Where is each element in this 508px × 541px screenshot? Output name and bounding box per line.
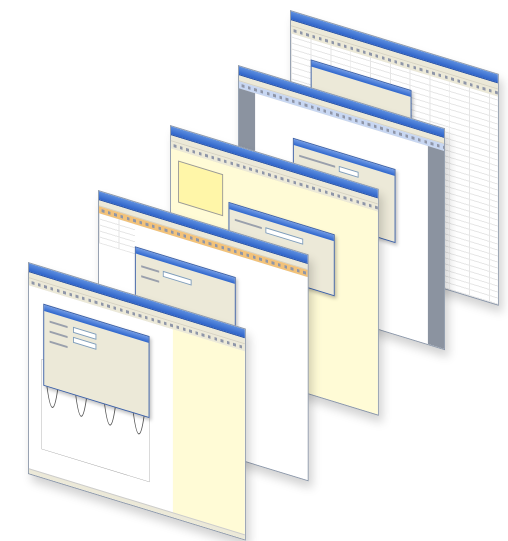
stacked-windows-illustration: [0, 0, 508, 541]
right-margin: [427, 146, 445, 350]
side-panel: [172, 329, 245, 540]
text-label-box: [178, 160, 224, 217]
